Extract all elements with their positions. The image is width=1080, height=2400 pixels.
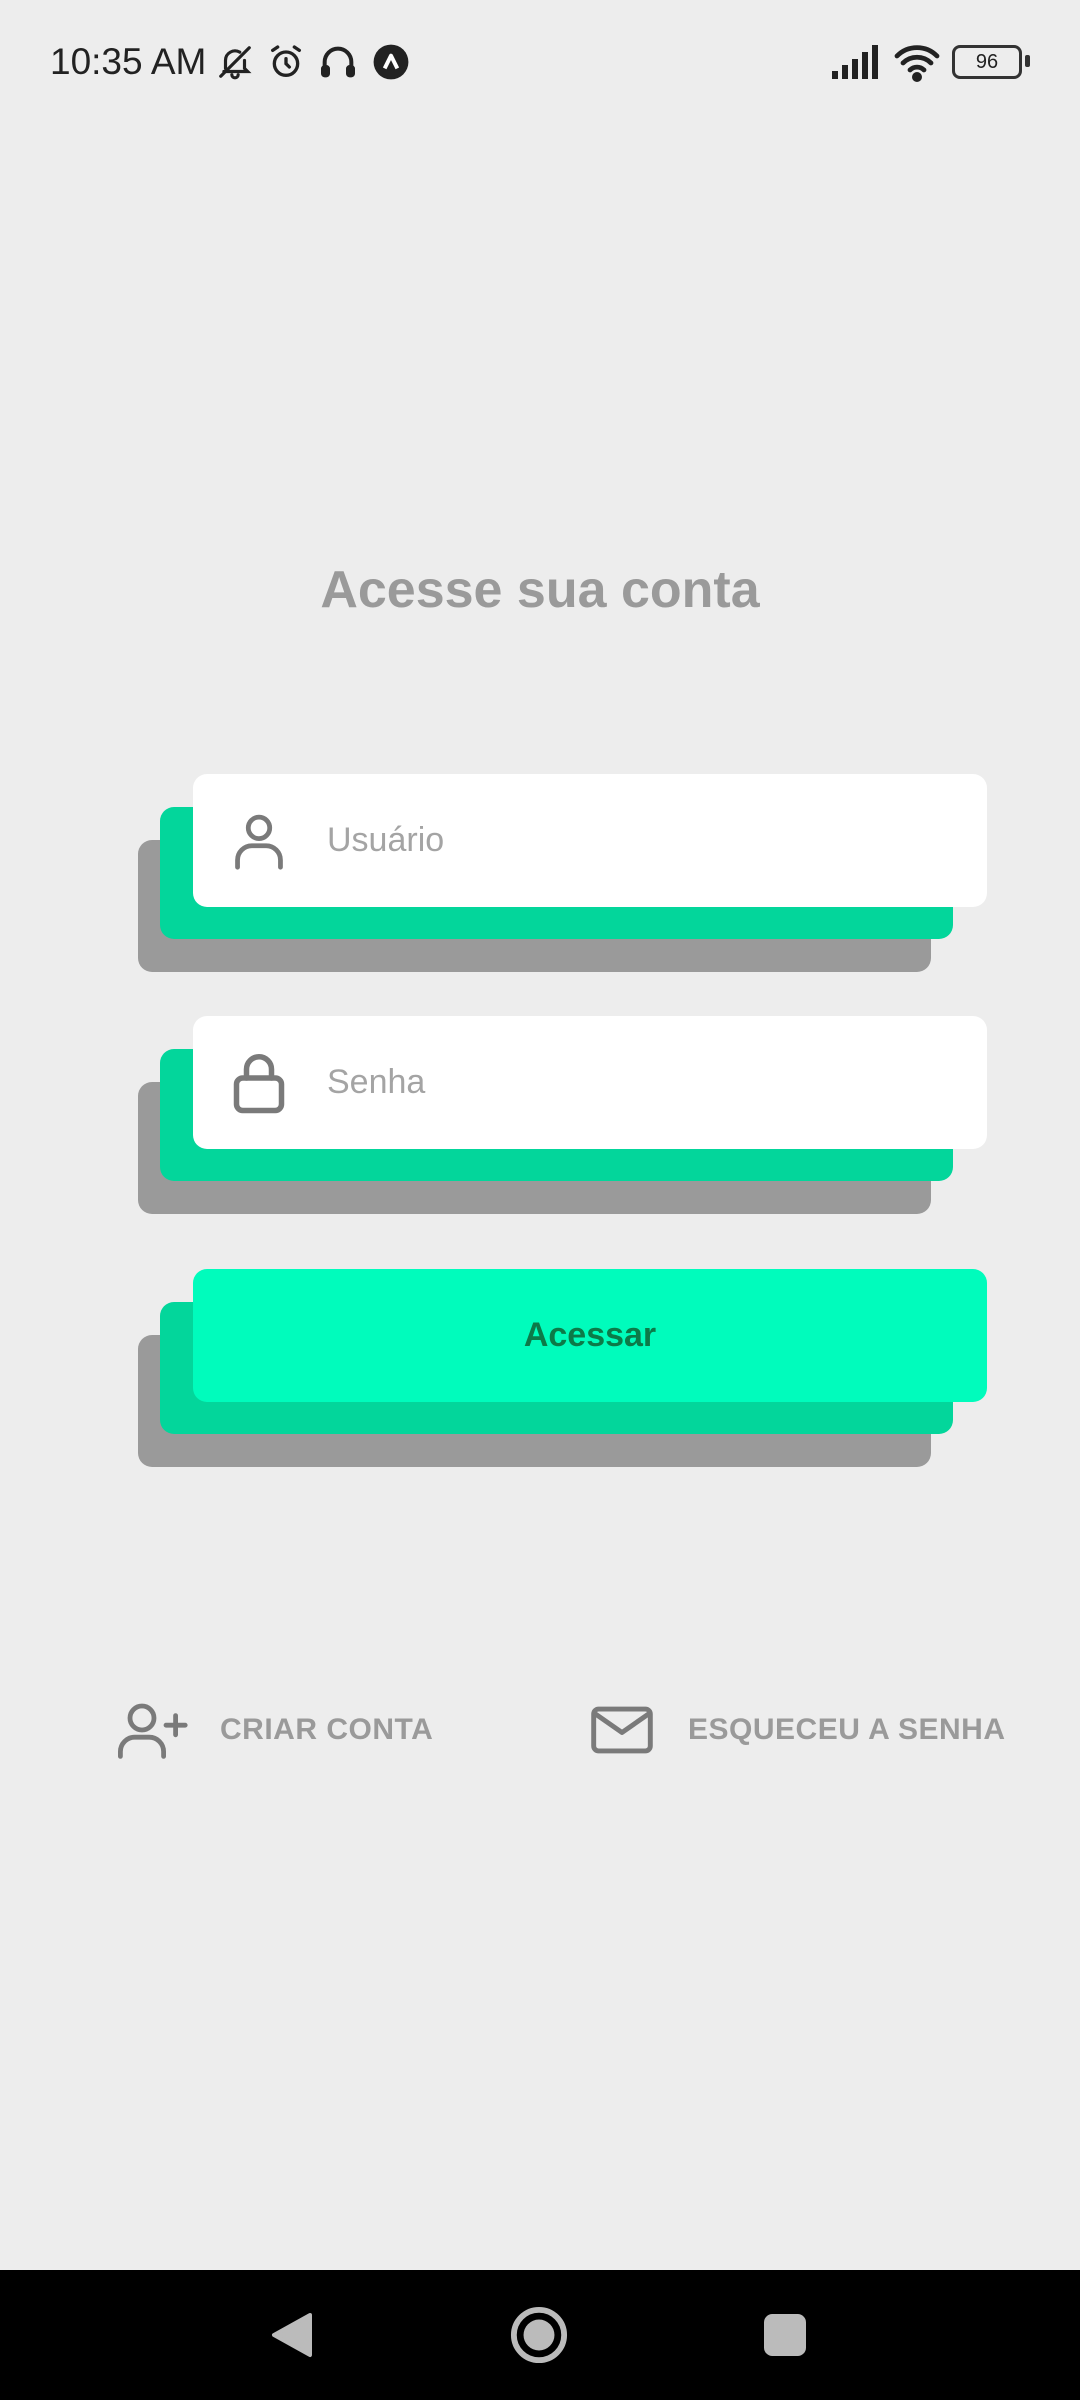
bell-off-icon <box>216 38 254 86</box>
alarm-icon <box>266 38 306 86</box>
username-input[interactable] <box>325 820 929 861</box>
lock-icon <box>193 1050 325 1116</box>
status-time: 10:35 AM <box>50 41 207 82</box>
password-field[interactable] <box>193 1016 987 1149</box>
recents-icon[interactable] <box>764 2314 806 2361</box>
create-account-link[interactable]: CRIAR CONTA <box>118 1695 433 1765</box>
submit-button[interactable]: Acessar <box>193 1269 987 1402</box>
mail-icon <box>590 1704 654 1756</box>
forgot-password-link[interactable]: ESQUECEU A SENHA <box>590 1695 1006 1765</box>
home-icon[interactable] <box>510 2306 568 2369</box>
app-icon <box>372 38 410 86</box>
username-field[interactable] <box>193 774 987 907</box>
back-icon[interactable] <box>270 2310 314 2365</box>
navigation-bar <box>0 2270 1080 2400</box>
create-account-label: CRIAR CONTA <box>220 1713 434 1746</box>
user-plus-icon <box>118 1700 190 1760</box>
headphones-icon <box>318 38 358 86</box>
page-title: Acesse sua conta <box>320 561 760 619</box>
forgot-password-label: ESQUECEU A SENHA <box>688 1713 1006 1746</box>
battery-nub <box>1025 55 1030 67</box>
password-input[interactable] <box>325 1062 929 1103</box>
signal-icon <box>830 38 880 86</box>
user-icon <box>193 810 325 872</box>
wifi-icon <box>892 38 942 86</box>
battery-icon: 96 <box>952 45 1022 79</box>
